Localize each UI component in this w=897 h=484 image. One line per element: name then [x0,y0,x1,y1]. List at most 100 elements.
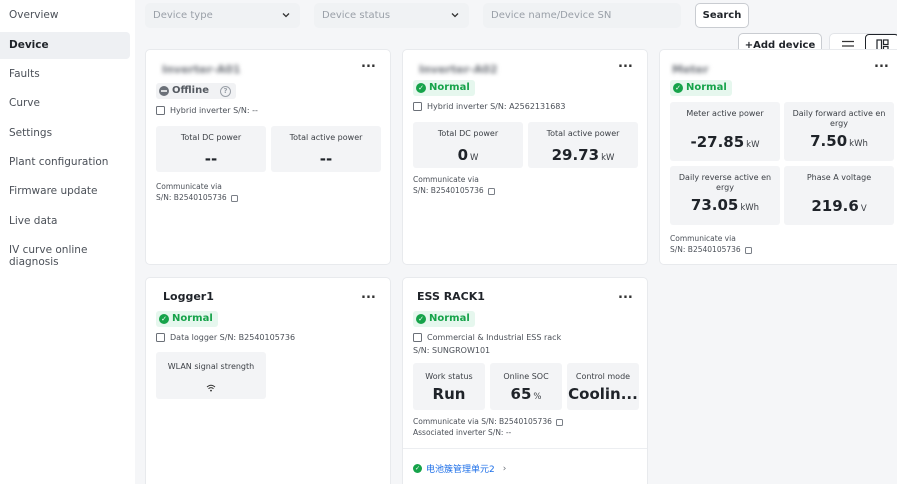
metric-value: 7.50 kWh [810,132,868,150]
metric-tile: Work status Run [413,363,485,410]
device-info: Hybrid inverter S/N: A2562131683 [413,102,565,111]
status-label: Offline [172,85,209,96]
device-card[interactable]: Inverter-A02 ... ✓ Normal Hybrid inverte… [402,49,648,265]
data-logger-icon [156,333,165,342]
metric-tile: Total active power -- [271,126,381,172]
chevron-right-icon: › [502,463,507,474]
check-icon: ✓ [413,464,422,473]
metric-tile: Daily reverse active en ergy 73.05 kWh [670,166,780,225]
device-card[interactable]: Inverter-A01 ... Offline ? Hybrid invert… [145,49,391,265]
status-badge: ✓ Normal [670,80,732,96]
metric-tile: WLAN signal strength [156,352,266,399]
more-menu-icon[interactable]: ... [618,287,633,302]
copy-icon[interactable] [230,194,238,202]
device-card[interactable]: Logger1 ... ✓ Normal Data logger S/N: B2… [145,277,391,484]
metric-value: Coolin... [568,385,638,403]
metric-value: -- [204,150,218,168]
device-card[interactable]: Meter ... ✓ Normal Meter active power -2… [659,49,897,265]
nav-live-data[interactable]: Live data [0,208,130,235]
check-icon: ✓ [673,83,683,93]
nav-firmware-update[interactable]: Firmware update [0,178,130,205]
device-sn-line: S/N: SUNGROW101 [413,346,490,355]
comm-label: Communicate via [670,234,736,243]
metric-label: WLAN signal strength [167,362,255,371]
more-menu-icon[interactable]: ... [361,56,376,71]
nav-device[interactable]: Device [0,32,130,59]
device-sn: S/N: SUNGROW101 [413,346,491,355]
device-name: Inverter-A01 [162,63,241,76]
copy-icon[interactable] [555,418,563,426]
copy-icon[interactable] [744,246,752,254]
metric-value: 0W [457,146,479,164]
status-label: Normal [686,82,727,93]
offline-icon [159,86,169,96]
divider [403,448,647,449]
metric-tile: Phase A voltage 219.6 V [784,166,894,225]
metric-value: -27.85 kW [690,133,760,151]
device-info: Hybrid inverter S/N: -- [156,106,258,115]
device-sn: Data logger S/N: B2540105736 [170,333,296,342]
device-type-placeholder: Device type [153,10,213,21]
search-button[interactable]: Search [695,3,749,28]
more-menu-icon[interactable]: ... [618,56,633,71]
metric-label: Total DC power [180,133,242,142]
metric-label: Total DC power [437,129,499,138]
metric-tile: Total active power 29.73 kW [528,122,638,168]
sub-device-link[interactable]: ✓ 电池簇管理单元2 › [413,462,506,475]
status-label: Normal [429,82,470,93]
device-info: Commercial & Industrial ESS rack [413,333,561,342]
metric-tile: Total DC power -- [156,126,266,172]
metric-value: 29.73 kW [551,146,615,164]
metric-tile: Control mode Coolin... [567,363,639,410]
metric-label: Online SOC [503,372,549,381]
copy-icon[interactable] [487,187,495,195]
device-sn: Hybrid inverter S/N: -- [170,106,258,115]
comm-label: Communicate via [156,182,222,191]
metric-label: Control mode [575,372,631,381]
status-label: Normal [172,313,213,324]
status-badge: Offline ? [156,83,236,99]
comm-sn: S/N: B2540105736 [156,193,227,202]
status-badge: ✓ Normal [156,311,218,327]
nav-overview[interactable]: Overview [0,2,130,29]
nav-faults[interactable]: Faults [0,61,130,88]
device-type-select[interactable]: Device type [145,3,300,28]
more-menu-icon[interactable]: ... [361,287,376,302]
comm-line: Communicate via S/N: B2540105736 [413,417,552,426]
metric-label: Daily reverse active en ergy [678,173,772,192]
device-name: ESS RACK1 [417,290,485,303]
comm-sn: S/N: B2540105736 [670,245,741,254]
status-badge: ✓ Normal [413,311,475,327]
metric-label: Daily forward active en ergy [792,109,886,128]
ess-rack-icon [413,333,422,342]
device-card[interactable]: ESS RACK1 ... ✓ Normal Commercial & Indu… [402,277,648,484]
device-search-input[interactable] [483,3,681,28]
nav-plant-configuration[interactable]: Plant configuration [0,149,130,176]
device-type: Commercial & Industrial ESS rack [427,333,562,342]
more-menu-icon[interactable]: ... [874,56,889,71]
communication-info: Communicate via S/N: B2540105736 [413,174,495,196]
help-icon[interactable]: ? [220,85,231,97]
check-icon: ✓ [416,83,426,93]
metric-value: 65% [510,385,542,403]
wifi-icon [156,377,266,396]
check-icon: ✓ [159,314,169,324]
communication-info: Communicate via S/N: B2540105736 [670,233,752,255]
metric-label: Work status [425,372,473,381]
nav-iv-curve-diagnosis[interactable]: IV curve online diagnosis [0,240,130,272]
metric-value: -- [319,150,333,168]
metric-label: Total active power [289,133,363,142]
metric-label: Meter active power [686,109,764,118]
device-status-select[interactable]: Device status [314,3,469,28]
metric-tile: Total DC power 0W [413,122,523,168]
comm-sn: S/N: B2540105736 [413,186,484,195]
nav-curve[interactable]: Curve [0,90,130,117]
comm-label: Communicate via [413,175,479,184]
device-name: Inverter-A02 [419,63,498,76]
metric-label: Total active power [546,129,620,138]
nav-settings[interactable]: Settings [0,120,130,147]
check-icon: ✓ [416,314,426,324]
chevron-down-icon [450,3,460,28]
metric-tile: Online SOC 65% [490,363,562,410]
associated-inverter: Associated inverter S/N: -- [413,428,512,437]
